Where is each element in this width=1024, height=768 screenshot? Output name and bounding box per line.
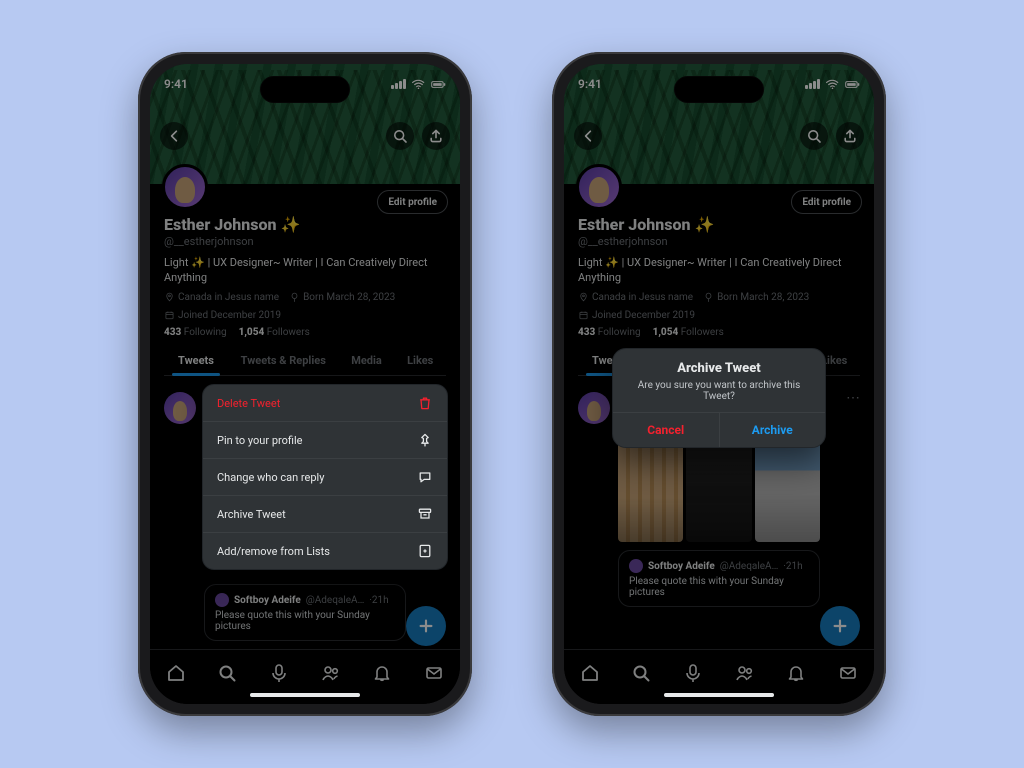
- chat-icon: [417, 469, 433, 485]
- phone-frame-left: 9:41 Edit profile: [138, 52, 472, 716]
- list-add-icon: [417, 543, 433, 559]
- pin-icon: [417, 432, 433, 448]
- phone-frame-right: 9:41 Edit profile: [552, 52, 886, 716]
- archive-icon: [417, 506, 433, 522]
- tweet-action-sheet: Delete Tweet Pin to your profile Change …: [202, 384, 448, 570]
- modal-cancel-button[interactable]: Cancel: [613, 413, 720, 447]
- menu-pin[interactable]: Pin to your profile: [203, 422, 447, 459]
- archive-confirm-modal: Archive Tweet Are you sure you want to a…: [612, 348, 826, 448]
- home-indicator[interactable]: [664, 693, 774, 697]
- menu-lists[interactable]: Add/remove from Lists: [203, 533, 447, 569]
- modal-subtitle: Are you sure you want to archive this Tw…: [631, 380, 807, 402]
- menu-delete-tweet[interactable]: Delete Tweet: [203, 385, 447, 422]
- menu-archive[interactable]: Archive Tweet: [203, 496, 447, 533]
- modal-title: Archive Tweet: [613, 361, 825, 376]
- trash-icon: [417, 395, 433, 411]
- menu-change-reply[interactable]: Change who can reply: [203, 459, 447, 496]
- modal-archive-button[interactable]: Archive: [720, 413, 826, 447]
- screen-right: 9:41 Edit profile: [564, 64, 874, 704]
- screen-left: 9:41 Edit profile: [150, 64, 460, 704]
- home-indicator[interactable]: [250, 693, 360, 697]
